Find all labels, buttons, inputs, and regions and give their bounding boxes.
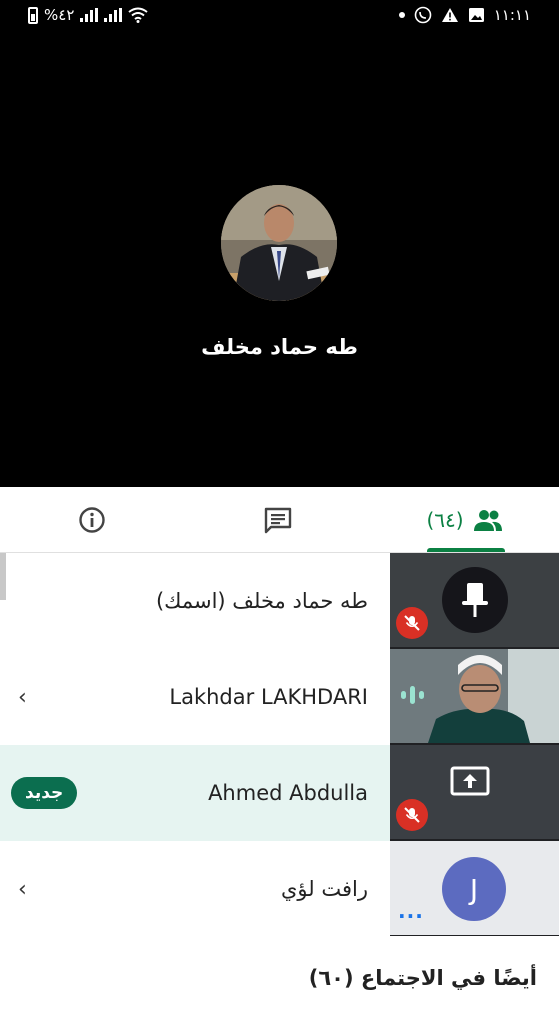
side-panel-tabs: (٦٤) xyxy=(0,487,559,553)
people-icon xyxy=(473,510,502,531)
participant-name: رافت لؤي xyxy=(281,877,368,901)
list-scrollbar[interactable] xyxy=(0,553,6,600)
self-avatar xyxy=(442,567,508,633)
battery-icon xyxy=(28,6,38,24)
participant-row-highlighted[interactable]: جديد Ahmed Abdulla xyxy=(0,745,390,841)
screen-share-thumbnail[interactable] xyxy=(390,745,559,839)
participant-name: Lakhdar LAKHDARI xyxy=(169,685,368,709)
wifi-icon xyxy=(128,7,149,23)
participant-row[interactable]: ‹ Lakhdar LAKHDARI xyxy=(0,649,390,745)
status-left: %٤٢ xyxy=(28,6,149,24)
chevron-left-icon[interactable]: ‹ xyxy=(18,877,27,902)
active-tab-indicator xyxy=(427,548,505,552)
battery-text: %٤٢ xyxy=(44,6,75,24)
chat-icon xyxy=(264,507,292,534)
video-thumbnail[interactable] xyxy=(390,649,559,743)
warning-icon xyxy=(441,8,458,22)
tab-people[interactable]: (٦٤) xyxy=(400,487,530,553)
participant-row[interactable]: طه حماد مخلف (اسمك) xyxy=(0,553,390,649)
chevron-left-icon[interactable]: ‹ xyxy=(18,685,27,710)
clock: ١١:١١ xyxy=(493,6,531,24)
speaker-photo xyxy=(221,185,337,301)
avatar-thumbnail[interactable]: J ... xyxy=(390,841,559,935)
main-video-stage[interactable]: %٤٢ ١١:١١ طه حماد مخلف xyxy=(0,0,559,487)
mic-off-icon xyxy=(396,799,428,831)
status-bar: %٤٢ ١١:١١ xyxy=(0,0,559,32)
notification-dot-icon xyxy=(398,12,405,18)
meet-app: %٤٢ ١١:١١ طه حماد مخلف (٦٤) طه حماد مخلف… xyxy=(0,0,559,1024)
signal-icon-2 xyxy=(104,8,123,22)
also-in-meeting-title: أيضًا في الاجتماع (٦٠) xyxy=(308,966,537,990)
tab-info[interactable] xyxy=(40,487,144,553)
present-screen-icon xyxy=(450,766,490,796)
speaker-avatar xyxy=(221,185,337,301)
tab-chat[interactable] xyxy=(226,487,330,553)
mic-off-icon xyxy=(396,607,428,639)
participant-initial-avatar: J xyxy=(442,857,506,921)
participant-name: طه حماد مخلف (اسمك) xyxy=(155,589,368,613)
people-count: (٦٤) xyxy=(426,508,464,532)
audio-level-icon xyxy=(401,686,424,704)
participant-row[interactable]: ‹ رافت لؤي xyxy=(0,841,390,937)
signal-icon xyxy=(80,8,99,22)
speaker-name: طه حماد مخلف xyxy=(201,335,358,359)
status-right: ١١:١١ xyxy=(398,6,531,24)
whatsapp-icon xyxy=(414,6,432,24)
participant-name: Ahmed Abdulla xyxy=(208,781,368,805)
participants-list: طه حماد مخلف (اسمك) ‹ Lakhdar LAKHDARI ج… xyxy=(0,553,390,936)
info-icon xyxy=(79,507,105,533)
more-options-icon[interactable]: ... xyxy=(398,899,424,923)
participant-thumbnails: J ... xyxy=(390,553,559,936)
new-badge: جديد xyxy=(11,777,78,809)
gallery-icon xyxy=(468,8,484,22)
self-thumbnail[interactable] xyxy=(390,553,559,647)
